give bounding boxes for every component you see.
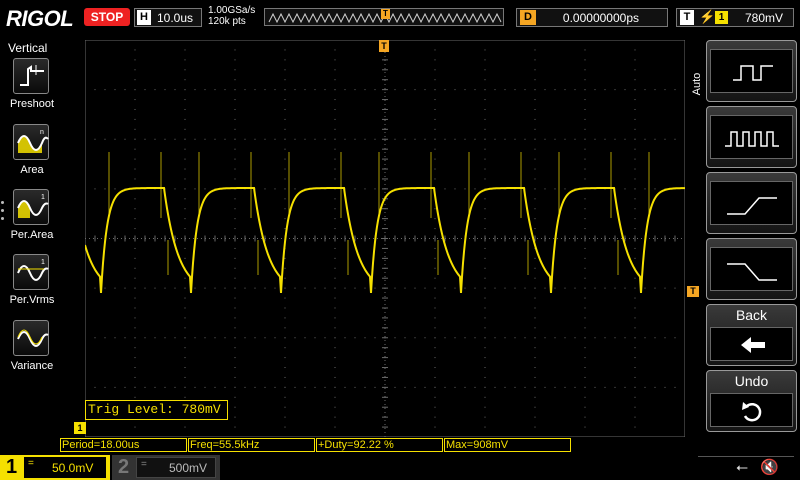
measure-area[interactable]: n Area <box>4 124 56 182</box>
utility-status: ⭠ 🔇 <box>698 456 794 479</box>
brand-logo: RIGOL <box>6 6 74 31</box>
channel2-status[interactable]: 2 = 500mV <box>112 455 220 480</box>
rising-edge-icon <box>710 181 793 225</box>
measure-period[interactable]: Period=18.00us <box>60 438 187 452</box>
delay-key: D <box>520 10 536 25</box>
channel2-scale: 500mV <box>169 461 208 475</box>
measure-max[interactable]: Max=908mV <box>444 438 571 452</box>
horizontal-key: H <box>137 10 151 25</box>
trigger-edge-icon: ⚡ <box>699 9 716 24</box>
measure-frequency[interactable]: Freq=55.5kHz <box>188 438 315 452</box>
ch1-offset-marker[interactable]: 1 <box>74 422 86 434</box>
back-arrow-icon <box>710 327 793 361</box>
back-label: Back <box>735 307 768 323</box>
preshoot-label: Preshoot <box>9 98 55 110</box>
waveform-display[interactable] <box>85 40 685 437</box>
memory-overview-bar: T <box>264 8 504 26</box>
area-icon: n <box>13 124 49 160</box>
acquisition-info: 1.00GSa/s 120k pts <box>208 5 255 27</box>
preshoot-icon <box>13 58 49 94</box>
channel1-number: 1 <box>6 456 18 478</box>
rising-edge-button[interactable] <box>706 172 797 234</box>
run-stop-status[interactable]: STOP <box>84 8 130 26</box>
undo-icon <box>710 393 793 427</box>
auto-setup-menu: Auto Back Undo <box>690 38 800 434</box>
menu-tab: Auto <box>690 40 706 140</box>
menu-tab-label: Auto <box>691 72 703 96</box>
channel1-box: = 50.0mV <box>24 457 106 478</box>
channel-status-bar: 1 = 50.0mV 2 = 500mV ⭠ 🔇 <box>0 455 800 480</box>
delay-readout[interactable]: D 0.00000000ps <box>516 8 668 27</box>
period-vrms-icon: 1 <box>13 254 49 290</box>
period-area-label: Per.Area <box>10 229 54 241</box>
undo-label: Undo <box>734 373 769 389</box>
trigger-position-marker: T <box>381 9 390 19</box>
svg-text:n: n <box>40 129 44 136</box>
measure-period-area[interactable]: 1 Per.Area <box>4 189 56 247</box>
measure-period-vrms[interactable]: 1 Per.Vrms <box>4 254 56 312</box>
menu-title: Vertical <box>8 41 48 55</box>
falling-edge-icon <box>710 247 793 291</box>
area-label: Area <box>20 164 44 176</box>
period-area-icon: 1 <box>13 189 49 225</box>
trigger-time-marker[interactable]: T <box>379 40 389 52</box>
horizontal-timebase[interactable]: H 10.0us <box>134 8 202 27</box>
single-pulse-icon <box>710 49 793 93</box>
back-button[interactable]: Back <box>706 304 797 366</box>
trigger-key: T <box>680 10 694 25</box>
pulse-train-icon <box>710 115 793 159</box>
pulse-train-button[interactable] <box>706 106 797 168</box>
variance-icon <box>13 320 49 356</box>
trigger-readout[interactable]: T ⚡ 1 780mV <box>676 8 794 27</box>
channel2-number: 2 <box>118 456 130 478</box>
top-status-bar: RIGOL STOP H 10.0us 1.00GSa/s 120k pts T… <box>0 0 800 36</box>
trig-level-popup: Trig Level: 780mV <box>85 400 228 420</box>
measure-preshoot[interactable]: Preshoot <box>4 58 56 116</box>
channel1-coupling: = <box>28 458 34 469</box>
measure-duty[interactable]: +Duty=92.22 % <box>316 438 443 452</box>
channel1-scale: 50.0mV <box>52 461 94 475</box>
trigger-level-value: 780mV <box>744 11 783 25</box>
delay-value: 0.00000000ps <box>562 11 639 25</box>
usb-icon: ⭠ <box>736 458 749 476</box>
measure-variance[interactable]: Variance <box>4 320 56 378</box>
svg-text:1: 1 <box>41 259 45 266</box>
trigger-source: 1 <box>715 11 728 24</box>
sample-rate: 1.00GSa/s <box>208 5 256 16</box>
undo-button[interactable]: Undo <box>706 370 797 432</box>
speaker-muted-icon[interactable]: 🔇 <box>760 458 779 476</box>
timebase-value: 10.0us <box>157 11 194 25</box>
svg-text:1: 1 <box>41 194 45 201</box>
memory-depth: 120k pts <box>208 16 246 27</box>
channel2-coupling: = <box>141 459 147 470</box>
variance-label: Variance <box>10 360 54 372</box>
vertical-measure-menu: Vertical Preshoot n Area 1 Per.Area 1 Pe… <box>0 38 60 434</box>
falling-edge-button[interactable] <box>706 238 797 300</box>
single-pulse-button[interactable] <box>706 40 797 102</box>
channel2-box: = 500mV <box>136 457 216 478</box>
period-vrms-label: Per.Vrms <box>9 294 55 306</box>
channel1-status[interactable]: 1 = 50.0mV <box>0 455 110 480</box>
